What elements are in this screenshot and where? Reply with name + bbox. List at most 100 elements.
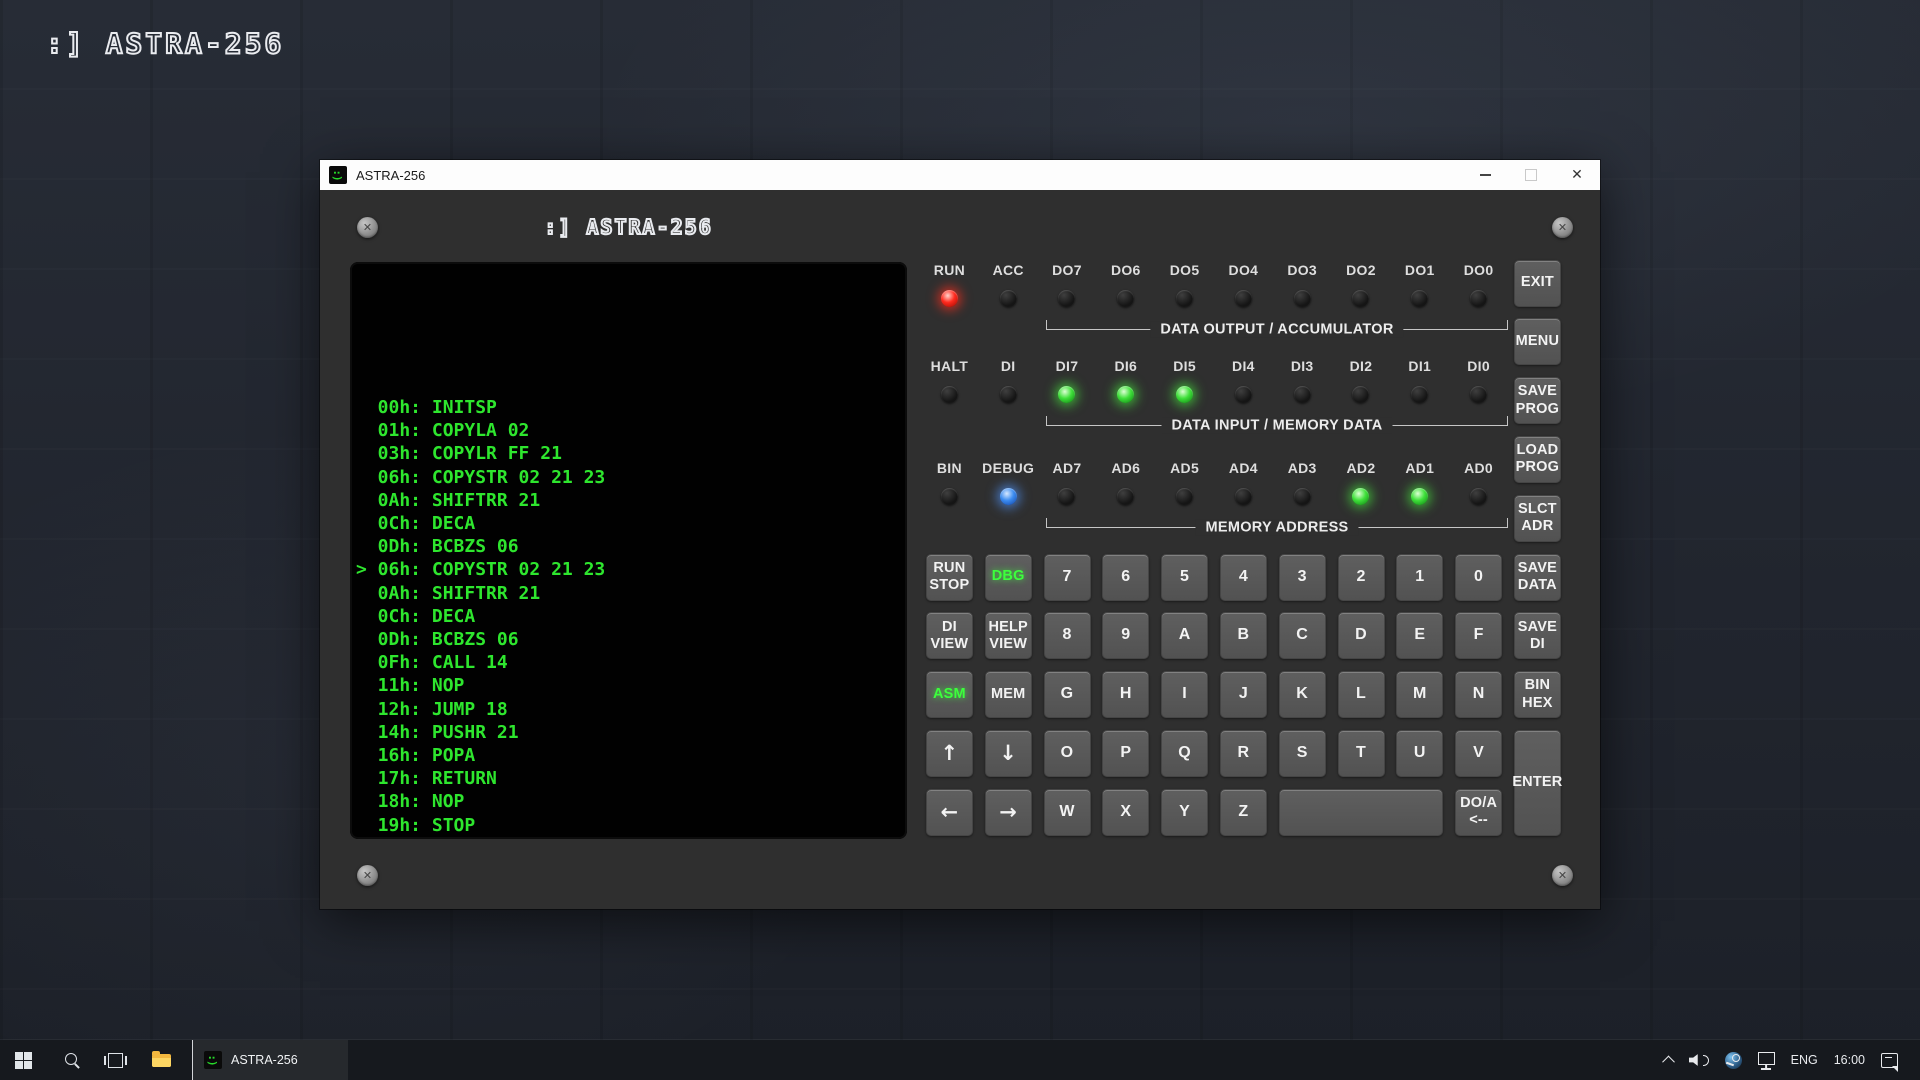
key-space[interactable] <box>1279 789 1444 836</box>
key-bin-hex[interactable]: BINHEX <box>1514 671 1561 718</box>
key-2[interactable]: 2 <box>1338 554 1385 601</box>
key-o[interactable]: O <box>1044 730 1091 777</box>
search-button[interactable] <box>46 1040 92 1080</box>
key-d[interactable]: D <box>1338 612 1385 659</box>
led-do3: DO3 <box>1273 254 1332 307</box>
key-m[interactable]: M <box>1396 671 1443 718</box>
start-button[interactable] <box>0 1040 46 1080</box>
key-f[interactable]: F <box>1455 612 1502 659</box>
terminal-line-active: > 06h: COPYSTR 02 21 23 <box>356 558 605 581</box>
close-button[interactable]: ✕ <box>1554 160 1600 190</box>
screw-icon: ✕ <box>1552 217 1573 238</box>
key-k[interactable]: K <box>1279 671 1326 718</box>
group-bracket: MEMORY ADDRESS <box>1046 518 1508 528</box>
led-label: DI1 <box>1408 350 1431 374</box>
led-label: AD2 <box>1347 452 1376 476</box>
key-e[interactable]: E <box>1396 612 1443 659</box>
key-do-a[interactable]: DO/A<-- <box>1455 789 1502 836</box>
led-di3: DI3 <box>1273 350 1332 403</box>
key-slct-adr[interactable]: SLCTADR <box>1514 495 1561 542</box>
key-c[interactable]: C <box>1279 612 1326 659</box>
key-run-stop[interactable]: RUNSTOP <box>926 554 973 601</box>
led-indicator-off <box>1470 386 1487 403</box>
key-5[interactable]: 5 <box>1161 554 1208 601</box>
led-indicator-off <box>1117 488 1134 505</box>
terminal: 00h: INITSP 01h: COPYLA 02 03h: COPYLR F… <box>350 262 907 839</box>
led-bin: BIN <box>920 452 979 505</box>
key-label: 4 <box>1239 568 1248 587</box>
key-label: PROG <box>1516 459 1560 476</box>
screw-icon: ✕ <box>1552 865 1573 886</box>
key-save-prog[interactable]: SAVEPROG <box>1514 377 1561 424</box>
key-3[interactable]: 3 <box>1279 554 1326 601</box>
key-6[interactable]: 6 <box>1102 554 1149 601</box>
maximize-button[interactable] <box>1508 160 1554 190</box>
led-label: AD7 <box>1053 452 1082 476</box>
key-n[interactable]: N <box>1455 671 1502 718</box>
key-w[interactable]: W <box>1044 789 1091 836</box>
key-save-di[interactable]: SAVEDI <box>1514 612 1561 659</box>
key-l[interactable]: L <box>1338 671 1385 718</box>
key-q[interactable]: Q <box>1161 730 1208 777</box>
key-0[interactable]: 0 <box>1455 554 1502 601</box>
key-load-prog[interactable]: LOADPROG <box>1514 436 1561 483</box>
network-button[interactable] <box>1750 1055 1783 1065</box>
key-dbg[interactable]: DBG <box>985 554 1032 601</box>
key-label: 7 <box>1062 568 1071 587</box>
key-save-data[interactable]: SAVEDATA <box>1514 554 1561 601</box>
key-b[interactable]: B <box>1220 612 1267 659</box>
language-indicator[interactable]: ENG <box>1783 1053 1826 1067</box>
steam-tray-button[interactable] <box>1717 1052 1750 1069</box>
key-a[interactable]: A <box>1161 612 1208 659</box>
key-s[interactable]: S <box>1279 730 1326 777</box>
key-di-view[interactable]: DIVIEW <box>926 612 973 659</box>
key-g[interactable]: G <box>1044 671 1091 718</box>
key-8[interactable]: 8 <box>1044 612 1091 659</box>
terminal-line: 19h: STOP <box>356 814 605 837</box>
key-label: ↑ <box>940 741 958 766</box>
key-i[interactable]: I <box>1161 671 1208 718</box>
key-help-view[interactable]: HELPVIEW <box>985 612 1032 659</box>
file-explorer-button[interactable] <box>138 1040 184 1080</box>
key-v[interactable]: V <box>1455 730 1502 777</box>
key-7[interactable]: 7 <box>1044 554 1091 601</box>
clock[interactable]: 16:00 <box>1826 1053 1873 1067</box>
key-h[interactable]: H <box>1102 671 1149 718</box>
key-1[interactable]: 1 <box>1396 554 1443 601</box>
key-exit[interactable]: EXIT <box>1514 260 1561 307</box>
key-label: STOP <box>929 577 969 594</box>
terminal-line: 06h: COPYSTR 02 21 23 <box>356 466 605 489</box>
key-z[interactable]: Z <box>1220 789 1267 836</box>
led-indicator-off <box>1411 290 1428 307</box>
window-titlebar[interactable]: :) ASTRA-256 ✕ <box>320 160 1600 190</box>
led-indicator-off <box>1176 290 1193 307</box>
led-ad3: AD3 <box>1273 452 1332 505</box>
key-t[interactable]: T <box>1338 730 1385 777</box>
key-mem[interactable]: MEM <box>985 671 1032 718</box>
led-label: ACC <box>993 254 1024 278</box>
key-p[interactable]: P <box>1102 730 1149 777</box>
key-y[interactable]: Y <box>1161 789 1208 836</box>
key-arrow-up[interactable]: ↑ <box>926 730 973 777</box>
minimize-button[interactable] <box>1462 160 1508 190</box>
key-u[interactable]: U <box>1396 730 1443 777</box>
key-j[interactable]: J <box>1220 671 1267 718</box>
led-indicator-off <box>1176 488 1193 505</box>
key-asm[interactable]: ASM <box>926 671 973 718</box>
key-label: R <box>1238 744 1250 763</box>
task-view-button[interactable] <box>92 1040 138 1080</box>
action-center-button[interactable] <box>1873 1053 1906 1068</box>
key-4[interactable]: 4 <box>1220 554 1267 601</box>
key-x[interactable]: X <box>1102 789 1149 836</box>
group-label: DATA OUTPUT / ACCUMULATOR <box>1150 322 1403 338</box>
key-enter[interactable]: ENTER <box>1514 730 1561 836</box>
tray-expand-button[interactable] <box>1656 1056 1681 1065</box>
key-menu[interactable]: MENU <box>1514 318 1561 365</box>
key-arrow-right[interactable]: → <box>985 789 1032 836</box>
volume-button[interactable] <box>1681 1054 1717 1067</box>
taskbar-app-astra-256[interactable]: :) ASTRA-256 <box>192 1040 348 1080</box>
key-arrow-down[interactable]: ↓ <box>985 730 1032 777</box>
key-9[interactable]: 9 <box>1102 612 1149 659</box>
key-r[interactable]: R <box>1220 730 1267 777</box>
key-arrow-left[interactable]: ← <box>926 789 973 836</box>
